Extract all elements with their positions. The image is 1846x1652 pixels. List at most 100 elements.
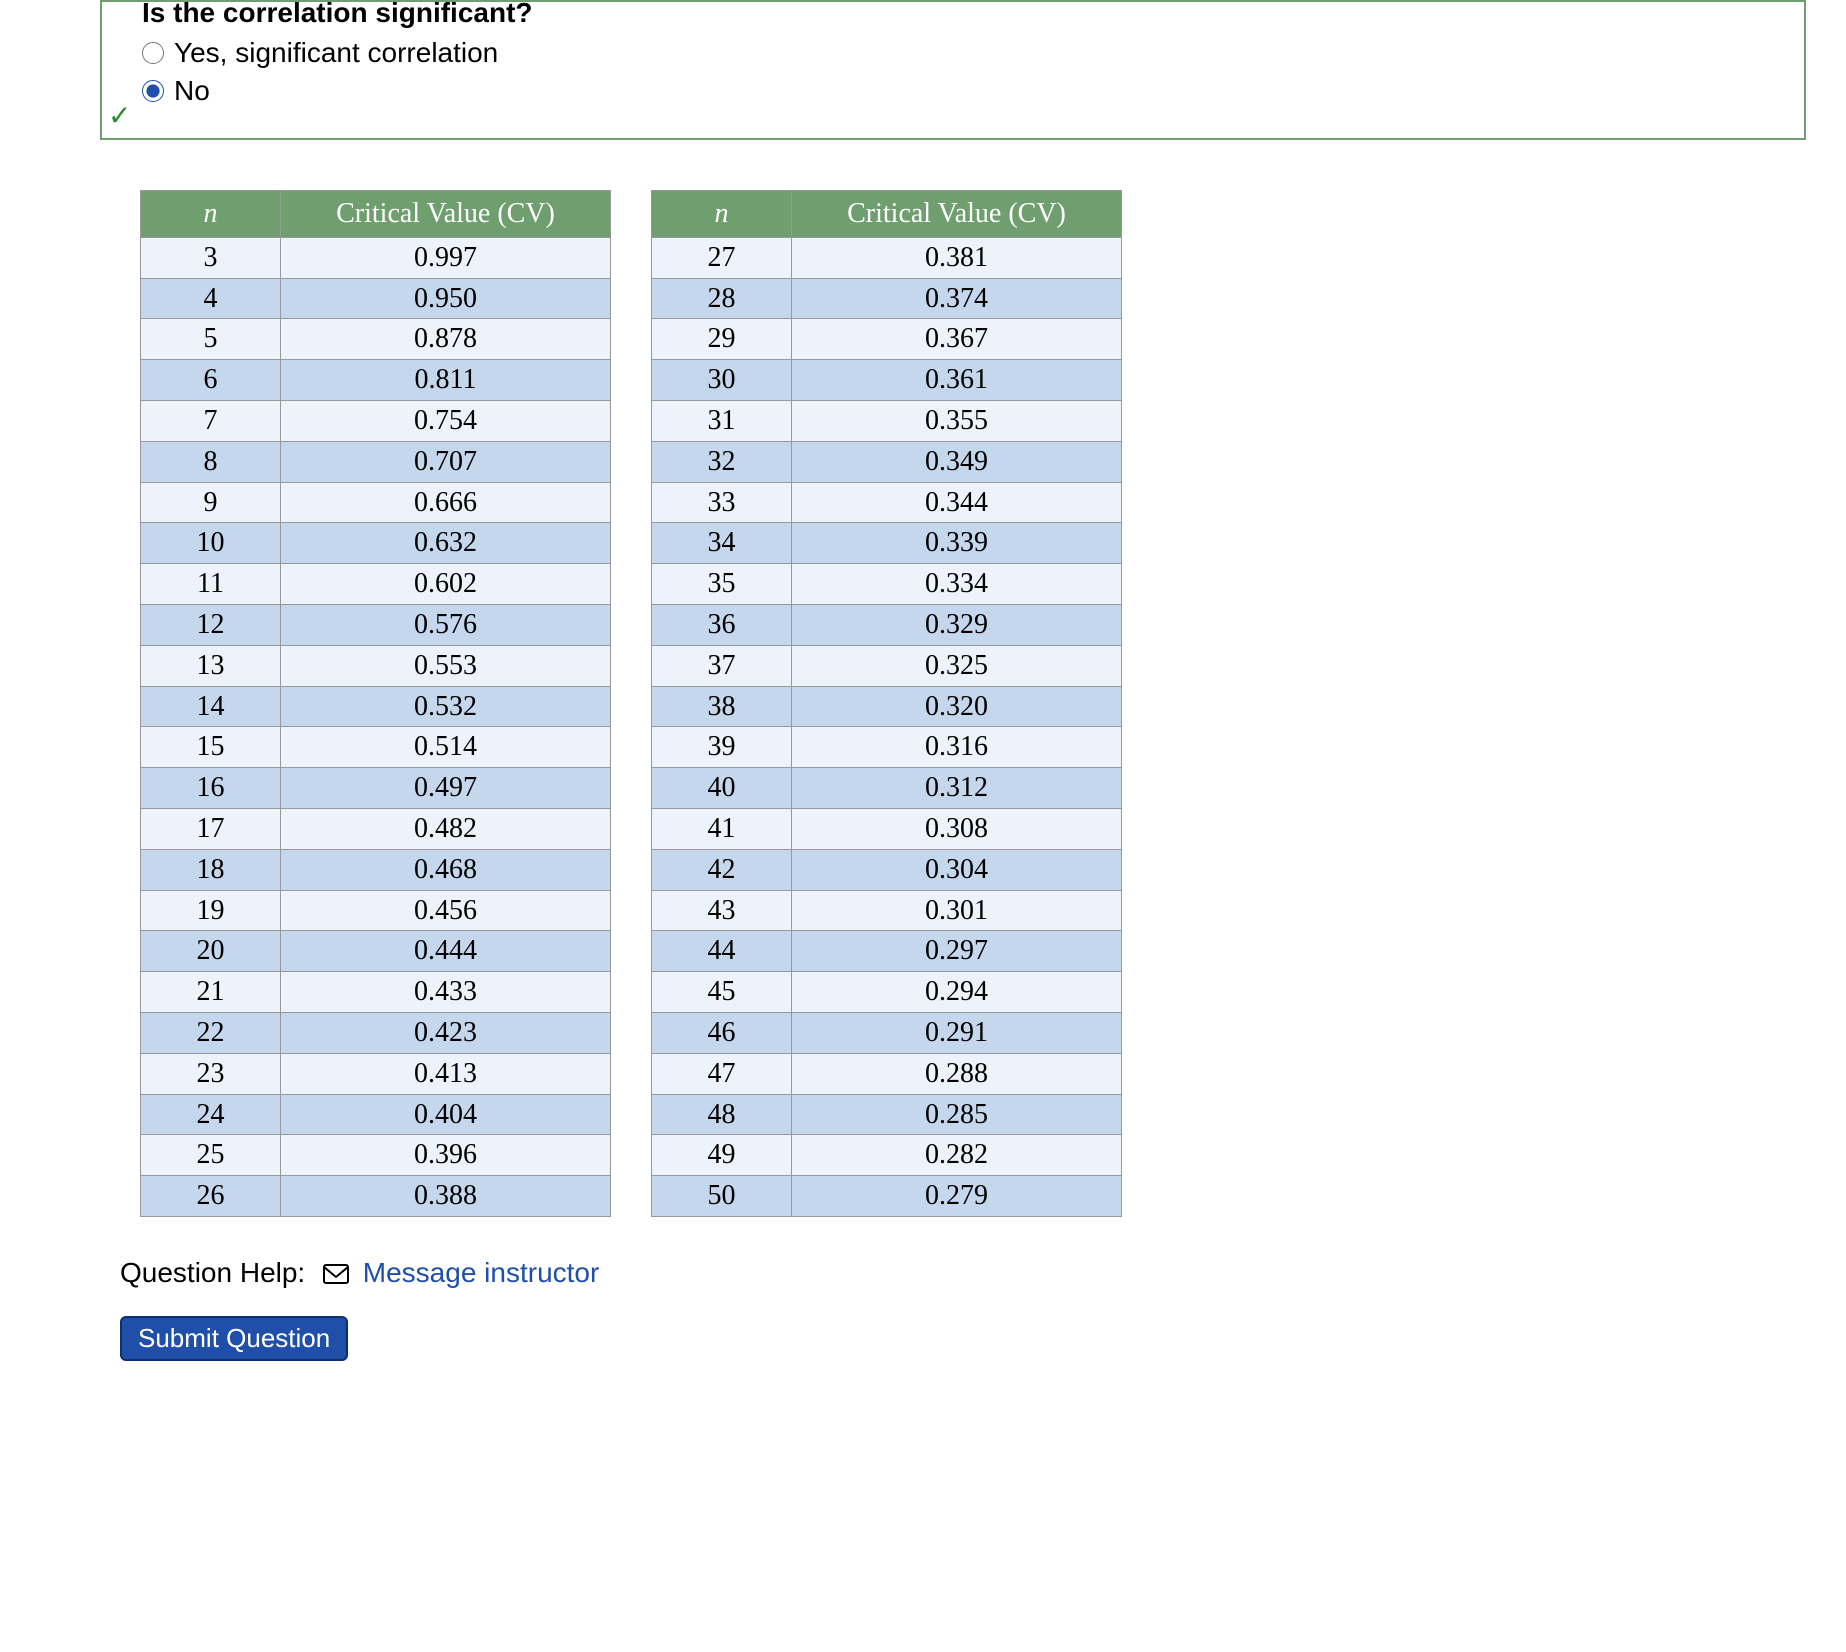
th-n-right: n [652, 191, 792, 238]
cell-cv: 0.514 [281, 727, 611, 768]
cell-n: 20 [141, 931, 281, 972]
cell-cv: 0.468 [281, 849, 611, 890]
cell-cv: 0.878 [281, 319, 611, 360]
cell-n: 49 [652, 1135, 792, 1176]
table-row: 330.344 [652, 482, 1122, 523]
table-row: 480.285 [652, 1094, 1122, 1135]
table-row: 130.553 [141, 645, 611, 686]
cell-cv: 0.754 [281, 400, 611, 441]
cell-n: 46 [652, 1012, 792, 1053]
table-row: 400.312 [652, 768, 1122, 809]
table-row: 200.444 [141, 931, 611, 972]
envelope-icon [323, 1259, 349, 1291]
table-row: 320.349 [652, 441, 1122, 482]
cell-n: 43 [652, 890, 792, 931]
cell-cv: 0.297 [792, 931, 1122, 972]
cell-n: 13 [141, 645, 281, 686]
question-prompt: Is the correlation significant? [142, 0, 1784, 29]
cell-n: 6 [141, 360, 281, 401]
cell-n: 30 [652, 360, 792, 401]
cell-n: 3 [141, 237, 281, 278]
cell-n: 17 [141, 808, 281, 849]
cell-n: 34 [652, 523, 792, 564]
cell-n: 48 [652, 1094, 792, 1135]
cell-cv: 0.632 [281, 523, 611, 564]
cell-cv: 0.413 [281, 1053, 611, 1094]
cell-cv: 0.423 [281, 1012, 611, 1053]
radio-yes-label: Yes, significant correlation [174, 37, 498, 69]
submit-question-button[interactable]: Submit Question [120, 1316, 348, 1361]
cell-cv: 0.404 [281, 1094, 611, 1135]
table-row: 470.288 [652, 1053, 1122, 1094]
cell-cv: 0.344 [792, 482, 1122, 523]
cell-cv: 0.301 [792, 890, 1122, 931]
table-row: 300.361 [652, 360, 1122, 401]
cell-n: 25 [141, 1135, 281, 1176]
radio-no-input[interactable] [142, 80, 164, 102]
radio-option-yes[interactable]: Yes, significant correlation [142, 37, 1784, 69]
cell-cv: 0.497 [281, 768, 611, 809]
table-row: 370.325 [652, 645, 1122, 686]
table-row: 340.339 [652, 523, 1122, 564]
table-row: 280.374 [652, 278, 1122, 319]
table-row: 420.304 [652, 849, 1122, 890]
cell-n: 5 [141, 319, 281, 360]
cell-n: 18 [141, 849, 281, 890]
cell-n: 50 [652, 1176, 792, 1217]
cell-cv: 0.325 [792, 645, 1122, 686]
cell-n: 10 [141, 523, 281, 564]
cell-n: 31 [652, 400, 792, 441]
table-row: 430.301 [652, 890, 1122, 931]
cell-cv: 0.374 [792, 278, 1122, 319]
cell-cv: 0.312 [792, 768, 1122, 809]
table-row: 310.355 [652, 400, 1122, 441]
cell-cv: 0.288 [792, 1053, 1122, 1094]
cell-n: 22 [141, 1012, 281, 1053]
radio-yes-input[interactable] [142, 42, 164, 64]
cell-n: 24 [141, 1094, 281, 1135]
cell-cv: 0.282 [792, 1135, 1122, 1176]
table-row: 40.950 [141, 278, 611, 319]
cell-cv: 0.532 [281, 686, 611, 727]
radio-option-no[interactable]: No [142, 75, 1784, 107]
cell-cv: 0.433 [281, 972, 611, 1013]
table-row: 50.878 [141, 319, 611, 360]
radio-no-label: No [174, 75, 210, 107]
cell-n: 21 [141, 972, 281, 1013]
table-row: 440.297 [652, 931, 1122, 972]
table-row: 460.291 [652, 1012, 1122, 1053]
cell-cv: 0.308 [792, 808, 1122, 849]
cell-cv: 0.316 [792, 727, 1122, 768]
cell-n: 42 [652, 849, 792, 890]
cell-cv: 0.811 [281, 360, 611, 401]
help-label: Question Help: [120, 1257, 305, 1288]
table-row: 230.413 [141, 1053, 611, 1094]
table-row: 80.707 [141, 441, 611, 482]
table-row: 410.308 [652, 808, 1122, 849]
cell-n: 4 [141, 278, 281, 319]
cell-n: 41 [652, 808, 792, 849]
table-row: 250.396 [141, 1135, 611, 1176]
table-row: 390.316 [652, 727, 1122, 768]
cell-n: 11 [141, 564, 281, 605]
table-row: 120.576 [141, 604, 611, 645]
table-row: 380.320 [652, 686, 1122, 727]
table-row: 70.754 [141, 400, 611, 441]
cell-cv: 0.279 [792, 1176, 1122, 1217]
cell-cv: 0.602 [281, 564, 611, 605]
cell-cv: 0.339 [792, 523, 1122, 564]
table-row: 110.602 [141, 564, 611, 605]
cell-cv: 0.349 [792, 441, 1122, 482]
cell-n: 35 [652, 564, 792, 605]
table-row: 30.997 [141, 237, 611, 278]
cell-cv: 0.334 [792, 564, 1122, 605]
message-instructor-link[interactable]: Message instructor [363, 1257, 600, 1288]
table-row: 450.294 [652, 972, 1122, 1013]
cell-cv: 0.553 [281, 645, 611, 686]
table-row: 170.482 [141, 808, 611, 849]
checkmark-icon: ✓ [108, 99, 131, 132]
table-row: 360.329 [652, 604, 1122, 645]
cell-n: 28 [652, 278, 792, 319]
cell-cv: 0.997 [281, 237, 611, 278]
cell-n: 12 [141, 604, 281, 645]
